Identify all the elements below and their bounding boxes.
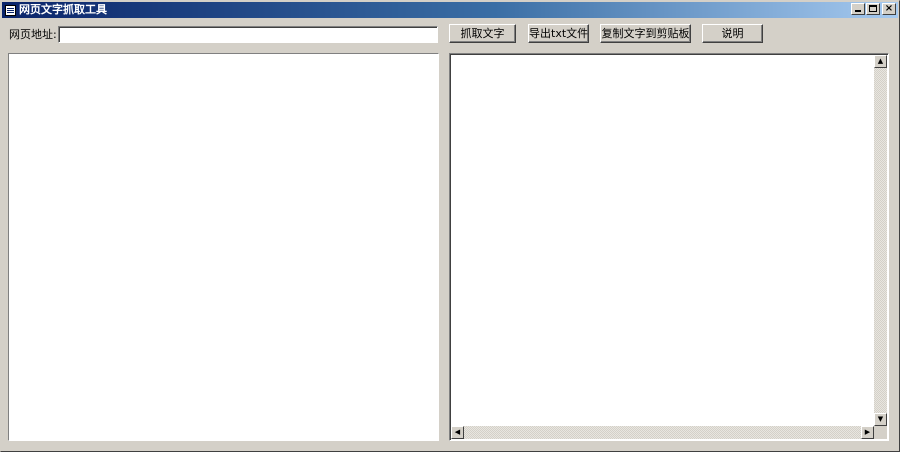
copy-to-clipboard-button[interactable]: 复制文字到剪贴板	[600, 24, 691, 43]
url-label: 网页地址:	[9, 28, 57, 41]
title-bar[interactable]: 网页文字抓取工具 ×	[2, 2, 898, 18]
close-button[interactable]: ×	[882, 3, 896, 15]
maximize-button[interactable]	[866, 3, 880, 15]
horizontal-scrollbar[interactable]: ◀ ▶	[451, 426, 874, 439]
grab-text-button[interactable]: 抓取文字	[449, 24, 516, 43]
main-window: 网页文字抓取工具 × 网页地址: 抓取文字 导出txt文件 复制文字到剪贴板 说…	[0, 0, 900, 452]
scroll-left-icon[interactable]: ◀	[451, 426, 464, 439]
help-button[interactable]: 说明	[702, 24, 763, 43]
maximize-icon	[869, 5, 877, 12]
scroll-up-icon[interactable]: ▲	[874, 55, 887, 68]
scroll-right-icon[interactable]: ▶	[861, 426, 874, 439]
scroll-down-icon[interactable]: ▼	[874, 413, 887, 426]
scrollbar-corner	[874, 426, 887, 439]
minimize-button[interactable]	[851, 3, 865, 15]
app-window-icon	[5, 4, 16, 16]
vertical-scrollbar[interactable]: ▲ ▼	[874, 55, 887, 426]
window-title: 网页文字抓取工具	[19, 3, 107, 16]
web-browser-panel[interactable]	[8, 53, 439, 441]
url-input[interactable]	[58, 26, 438, 43]
minimize-icon	[855, 10, 861, 12]
export-txt-button[interactable]: 导出txt文件	[528, 24, 589, 43]
close-icon: ×	[884, 3, 894, 14]
text-output-area[interactable]	[452, 56, 873, 425]
text-output-panel: ▲ ▼ ◀ ▶	[449, 53, 889, 441]
window-controls: ×	[850, 3, 896, 15]
